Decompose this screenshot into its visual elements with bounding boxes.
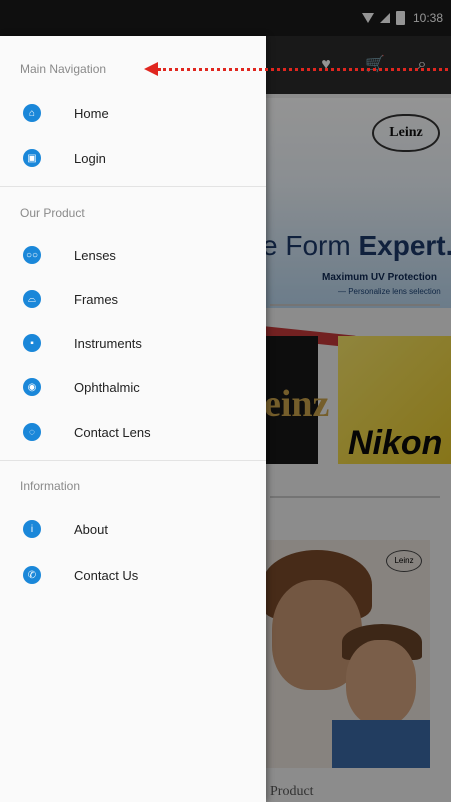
annotation-arrow-line xyxy=(158,68,448,71)
nav-item-label: Instruments xyxy=(74,335,142,351)
nav-item-instruments[interactable]: ▪ Instruments xyxy=(0,323,266,363)
nav-item-frames[interactable]: ⌓ Frames xyxy=(0,279,266,319)
contact-lens-icon: ◌ xyxy=(23,423,41,441)
lock-icon: ▣ xyxy=(23,149,41,167)
navigation-drawer: Main Navigation ⌂ Home ▣ Login Our Produ… xyxy=(0,36,266,802)
section-header-our-product: Our Product xyxy=(20,206,85,220)
drawer-divider xyxy=(0,460,266,461)
nav-item-label: Ophthalmic xyxy=(74,379,140,395)
nav-item-label: Contact Us xyxy=(74,567,139,583)
home-icon: ⌂ xyxy=(23,104,41,122)
nav-item-ophthalmic[interactable]: ◉ Ophthalmic xyxy=(0,367,266,407)
annotation-arrow-head xyxy=(144,62,158,76)
drawer-divider xyxy=(0,186,266,187)
nav-item-lenses[interactable]: ○○ Lenses xyxy=(0,235,266,275)
nav-item-label: Frames xyxy=(74,291,119,307)
instruments-icon: ▪ xyxy=(23,334,41,352)
info-icon: i xyxy=(23,520,41,538)
nav-item-contact-us[interactable]: ✆ Contact Us xyxy=(0,555,266,595)
nav-item-label: Home xyxy=(74,105,109,121)
nav-item-home[interactable]: ⌂ Home xyxy=(0,93,266,133)
nav-item-label: Contact Lens xyxy=(74,424,151,440)
nav-item-about[interactable]: i About xyxy=(0,509,266,549)
lenses-icon: ○○ xyxy=(23,246,41,264)
nav-item-login[interactable]: ▣ Login xyxy=(0,138,266,178)
section-header-information: Information xyxy=(20,479,81,493)
nav-item-label: Login xyxy=(74,150,106,166)
section-header-main-navigation: Main Navigation xyxy=(20,62,107,76)
nav-item-label: About xyxy=(74,521,108,537)
ophthalmic-icon: ◉ xyxy=(23,378,41,396)
nav-item-contact-lens[interactable]: ◌ Contact Lens xyxy=(0,412,266,452)
frames-icon: ⌓ xyxy=(23,290,41,308)
phone-icon: ✆ xyxy=(23,566,41,584)
nav-item-label: Lenses xyxy=(74,247,116,263)
